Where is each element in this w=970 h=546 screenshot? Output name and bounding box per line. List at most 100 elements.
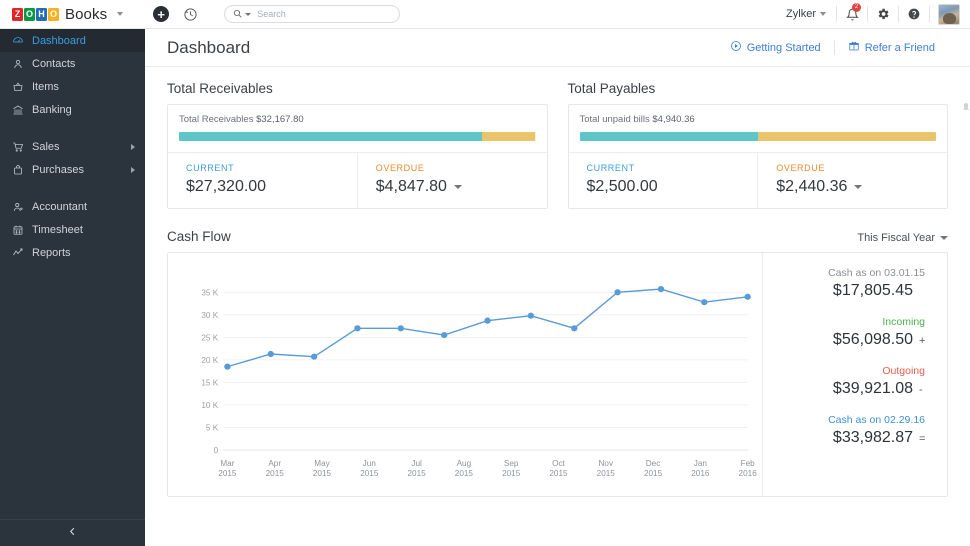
sidebar-item-label: Dashboard bbox=[32, 35, 86, 47]
chevron-down-icon bbox=[820, 12, 826, 16]
sidebar-gap bbox=[0, 181, 145, 195]
accountant-icon bbox=[12, 201, 27, 213]
svg-text:Apr: Apr bbox=[268, 459, 281, 468]
getting-started-label: Getting Started bbox=[747, 42, 821, 54]
payables-overdue-stat: OVERDUE $2,440.36 bbox=[757, 153, 947, 208]
receivables-title: Total Receivables bbox=[167, 81, 548, 96]
brand-name: Books bbox=[65, 6, 107, 23]
sidebar-item-items[interactable]: Items bbox=[0, 75, 145, 98]
svg-text:Jan: Jan bbox=[694, 459, 707, 468]
sidebar-collapse-button[interactable] bbox=[0, 519, 145, 546]
outgoing-row: $39,921.08 - bbox=[763, 380, 925, 398]
organization-switcher[interactable]: Zylker bbox=[778, 8, 834, 20]
incoming-label: Incoming bbox=[763, 316, 925, 328]
search-input[interactable] bbox=[257, 9, 391, 19]
svg-text:30 K: 30 K bbox=[201, 311, 218, 320]
divider bbox=[898, 6, 899, 22]
getting-started-link[interactable]: Getting Started bbox=[717, 40, 834, 55]
svg-text:2015: 2015 bbox=[549, 469, 568, 478]
svg-text:Aug: Aug bbox=[457, 459, 472, 468]
chevron-down-icon bbox=[117, 12, 123, 16]
notifications-button[interactable]: 2 bbox=[839, 0, 865, 29]
search-scope-chevron-icon[interactable] bbox=[245, 13, 251, 16]
bag-icon bbox=[12, 164, 27, 176]
sidebar-item-accountant[interactable]: Accountant bbox=[0, 195, 145, 218]
payables-stats: CURRENT $2,500.00 OVERDUE $2,440.36 bbox=[569, 153, 948, 208]
logo-letter-z: Z bbox=[12, 8, 23, 21]
brand-logo[interactable]: Z O H O Books bbox=[12, 6, 123, 23]
chevron-down-icon[interactable] bbox=[854, 185, 862, 189]
sidebar-item-label: Contacts bbox=[32, 58, 75, 70]
scrollbar-thumb[interactable] bbox=[964, 103, 968, 110]
chevron-down-icon[interactable] bbox=[454, 185, 462, 189]
chevron-left-icon bbox=[67, 524, 78, 542]
sidebar-item-label: Reports bbox=[32, 247, 71, 259]
refer-a-friend-link[interactable]: Refer a Friend bbox=[835, 40, 948, 55]
receivables-bar-block: Total Receivables $32,167.80 bbox=[168, 105, 547, 153]
cashflow-header: Cash Flow This Fiscal Year bbox=[167, 229, 948, 244]
payables-overdue-value: $2,440.36 bbox=[776, 178, 847, 196]
payables-overdue-value-row: $2,440.36 bbox=[776, 178, 947, 196]
svg-text:0: 0 bbox=[214, 446, 219, 455]
svg-text:2015: 2015 bbox=[313, 469, 332, 478]
bank-icon bbox=[12, 104, 27, 116]
receivables-overdue-value: $4,847.80 bbox=[376, 178, 447, 196]
cashflow-chart: 05 K10 K15 K20 K25 K30 K35 KMar2015Apr20… bbox=[168, 253, 762, 496]
sidebar-item-sales[interactable]: Sales bbox=[0, 135, 145, 158]
settings-button[interactable] bbox=[870, 0, 896, 29]
receivables-progress-bar bbox=[179, 132, 536, 141]
incoming-row: $56,098.50 + bbox=[763, 331, 925, 349]
svg-text:2015: 2015 bbox=[407, 469, 426, 478]
svg-text:2015: 2015 bbox=[644, 469, 663, 478]
sidebar-item-label: Purchases bbox=[32, 164, 84, 176]
svg-text:2015: 2015 bbox=[502, 469, 521, 478]
svg-text:Dec: Dec bbox=[646, 459, 661, 468]
closing-balance-sign: = bbox=[919, 433, 925, 445]
summary-cards-row: Total Receivables Total Receivables $32,… bbox=[167, 81, 948, 209]
receivables-current-segment bbox=[179, 132, 482, 141]
play-circle-icon bbox=[730, 40, 742, 55]
add-new-button[interactable]: + bbox=[153, 6, 169, 22]
receivables-stats: CURRENT $27,320.00 OVERDUE $4,847.80 bbox=[168, 153, 547, 208]
svg-text:2015: 2015 bbox=[360, 469, 379, 478]
payables-bar-caption: Total unpaid bills bbox=[580, 114, 650, 125]
payables-current-segment bbox=[580, 132, 758, 141]
recent-history-icon[interactable] bbox=[183, 7, 198, 22]
payables-title: Total Payables bbox=[568, 81, 949, 96]
search-box[interactable] bbox=[224, 5, 400, 23]
sidebar-item-dashboard[interactable]: Dashboard bbox=[0, 29, 145, 52]
contacts-icon bbox=[12, 58, 27, 70]
svg-text:2016: 2016 bbox=[739, 469, 758, 478]
gift-icon bbox=[848, 40, 860, 55]
avatar[interactable] bbox=[938, 4, 960, 25]
notification-badge: 2 bbox=[852, 3, 861, 12]
payables-progress-bar bbox=[580, 132, 937, 141]
outgoing-label: Outgoing bbox=[763, 365, 925, 377]
receivables-overdue-segment bbox=[482, 132, 535, 141]
sidebar-item-purchases[interactable]: Purchases bbox=[0, 158, 145, 181]
sidebar-item-label: Banking bbox=[32, 104, 72, 116]
fiscal-year-label: This Fiscal Year bbox=[857, 232, 935, 244]
svg-text:Oct: Oct bbox=[552, 459, 565, 468]
payables-bar-label: Total unpaid bills $4,940.36 bbox=[580, 114, 937, 125]
sidebar-item-timesheet[interactable]: Timesheet bbox=[0, 218, 145, 241]
svg-text:Mar: Mar bbox=[220, 459, 234, 468]
sidebar-item-label: Accountant bbox=[32, 201, 87, 213]
sidebar-item-banking[interactable]: Banking bbox=[0, 98, 145, 121]
help-button[interactable] bbox=[901, 0, 927, 29]
incoming-sign: + bbox=[919, 335, 925, 347]
opening-balance-value: $17,805.45 bbox=[833, 282, 913, 300]
outgoing-sign: - bbox=[919, 384, 925, 396]
divider bbox=[836, 6, 837, 22]
closing-balance-value: $33,982.87 bbox=[833, 429, 913, 447]
items-basket-icon bbox=[12, 81, 27, 93]
payables-current-value-row: $2,500.00 bbox=[587, 178, 758, 196]
receivables-bar-total: $32,167.80 bbox=[256, 114, 304, 125]
sidebar-item-contacts[interactable]: Contacts bbox=[0, 52, 145, 75]
payables-current-value: $2,500.00 bbox=[587, 178, 658, 196]
cart-icon bbox=[12, 141, 27, 153]
sidebar-item-reports[interactable]: Reports bbox=[0, 241, 145, 264]
fiscal-year-dropdown[interactable]: This Fiscal Year bbox=[857, 232, 948, 244]
cashflow-title: Cash Flow bbox=[167, 229, 231, 244]
closing-balance-label[interactable]: Cash as on 02.29.16 bbox=[763, 414, 925, 426]
